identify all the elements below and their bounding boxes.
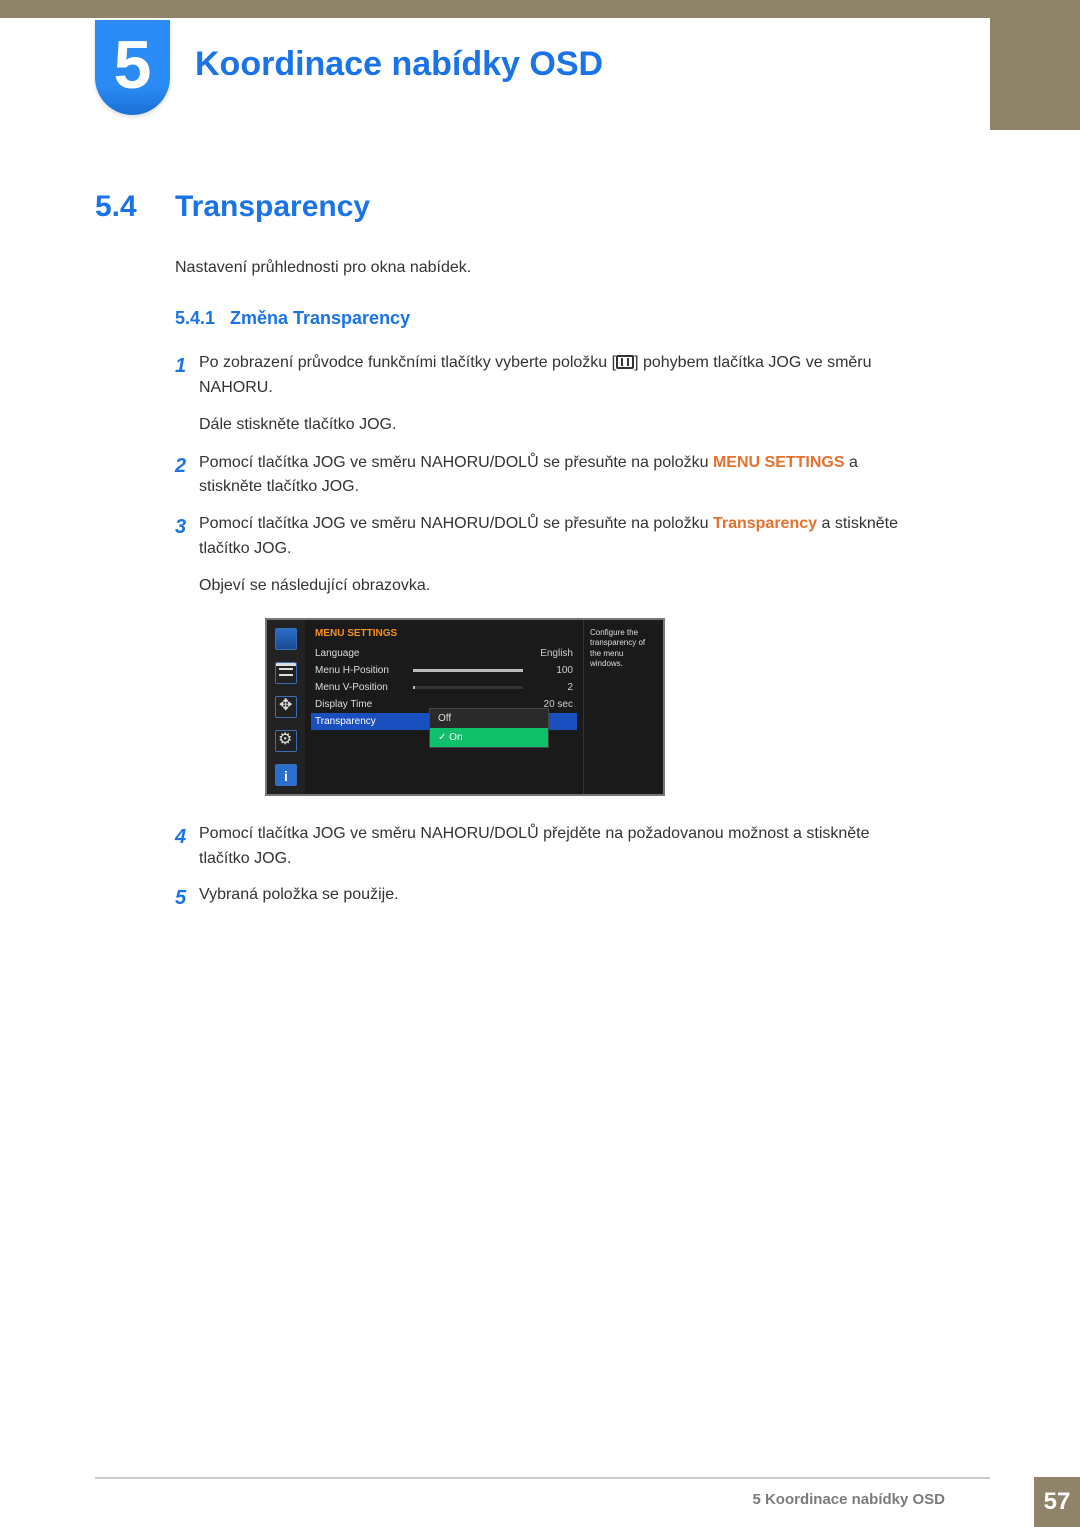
osd-sidebar: i bbox=[267, 620, 305, 794]
osd-label: Language bbox=[315, 648, 405, 659]
section-intro: Nastavení průhlednosti pro okna nabídek. bbox=[175, 256, 905, 280]
step-3: 3 Pomocí tlačítka JOG ve směru NAHORU/DO… bbox=[175, 512, 905, 562]
step-1-sub: Dále stiskněte tlačítko JOG. bbox=[199, 413, 905, 437]
osd-label: Display Time bbox=[315, 699, 405, 710]
info-icon: i bbox=[275, 764, 297, 786]
step-number: 5 bbox=[175, 883, 199, 914]
step-number: 4 bbox=[175, 822, 199, 872]
page-footer: 5 Koordinace nabídky OSD 57 bbox=[0, 1477, 1080, 1527]
footer-text: 5 Koordinace nabídky OSD bbox=[752, 1491, 945, 1508]
step-body: Pomocí tlačítka JOG ve směru NAHORU/DOLŮ… bbox=[199, 451, 905, 501]
step-2-text-a: Pomocí tlačítka JOG ve směru NAHORU/DOLŮ… bbox=[199, 454, 713, 471]
menu-icon bbox=[616, 355, 634, 369]
header-top-bar bbox=[0, 0, 1080, 18]
osd-slider bbox=[413, 686, 523, 689]
osd-option-on: On bbox=[430, 728, 548, 747]
chapter-number-badge: 5 bbox=[95, 20, 170, 115]
step-4: 4 Pomocí tlačítka JOG ve směru NAHORU/DO… bbox=[175, 822, 905, 872]
chapter-title: Koordinace nabídky OSD bbox=[195, 45, 603, 84]
move-icon bbox=[275, 696, 297, 718]
step-body: Pomocí tlačítka JOG ve směru NAHORU/DOLŮ… bbox=[199, 512, 905, 562]
osd-header: MENU SETTINGS bbox=[315, 628, 573, 639]
footer-rule bbox=[95, 1477, 990, 1479]
subsection-number: 5.4.1 bbox=[175, 308, 230, 329]
step-1-text-a: Po zobrazení průvodce funkčními tlačítky… bbox=[199, 354, 616, 371]
osd-value: English bbox=[531, 648, 573, 659]
step-3-text-a: Pomocí tlačítka JOG ve směru NAHORU/DOLŮ… bbox=[199, 515, 713, 532]
osd-dropdown: Off On bbox=[429, 708, 549, 748]
osd-row-language: Language English bbox=[315, 645, 573, 662]
step-number: 2 bbox=[175, 451, 199, 501]
step-1: 1 Po zobrazení průvodce funkčními tlačít… bbox=[175, 351, 905, 401]
list-icon bbox=[275, 662, 297, 684]
step-5: 5 Vybraná položka se použije. bbox=[175, 883, 905, 914]
subsection-title: Změna Transparency bbox=[230, 308, 410, 329]
osd-slider bbox=[413, 669, 523, 672]
header-right-bar bbox=[990, 0, 1080, 130]
osd-row-hpos: Menu H-Position 100 bbox=[315, 662, 573, 679]
osd-help-text: Configure the transparency of the menu w… bbox=[583, 620, 663, 794]
osd-row-vpos: Menu V-Position 2 bbox=[315, 679, 573, 696]
gear-icon bbox=[275, 730, 297, 752]
step-body: Pomocí tlačítka JOG ve směru NAHORU/DOLŮ… bbox=[199, 822, 905, 872]
step-2-bold: MENU SETTINGS bbox=[713, 454, 845, 471]
step-number: 3 bbox=[175, 512, 199, 562]
osd-value: 2 bbox=[531, 682, 573, 693]
osd-main: MENU SETTINGS Language English Menu H-Po… bbox=[305, 620, 583, 794]
step-3-bold: Transparency bbox=[713, 515, 817, 532]
osd-value: 100 bbox=[531, 665, 573, 676]
monitor-icon bbox=[275, 628, 297, 650]
page-content: 5.4 Transparency Nastavení průhlednosti … bbox=[95, 190, 905, 926]
step-body: Vybraná položka se použije. bbox=[199, 883, 399, 914]
step-2: 2 Pomocí tlačítka JOG ve směru NAHORU/DO… bbox=[175, 451, 905, 501]
osd-screenshot: i MENU SETTINGS Language English Menu H-… bbox=[265, 618, 665, 796]
step-number: 1 bbox=[175, 351, 199, 401]
osd-label: Transparency bbox=[315, 716, 405, 727]
section-title: Transparency bbox=[175, 190, 370, 224]
step-body: Po zobrazení průvodce funkčními tlačítky… bbox=[199, 351, 905, 401]
section-number: 5.4 bbox=[95, 190, 175, 224]
osd-label: Menu H-Position bbox=[315, 665, 405, 676]
osd-option-off: Off bbox=[430, 709, 548, 728]
osd-label: Menu V-Position bbox=[315, 682, 405, 693]
step-3-sub: Objeví se následující obrazovka. bbox=[199, 574, 905, 598]
footer-page-number: 57 bbox=[1034, 1477, 1080, 1527]
